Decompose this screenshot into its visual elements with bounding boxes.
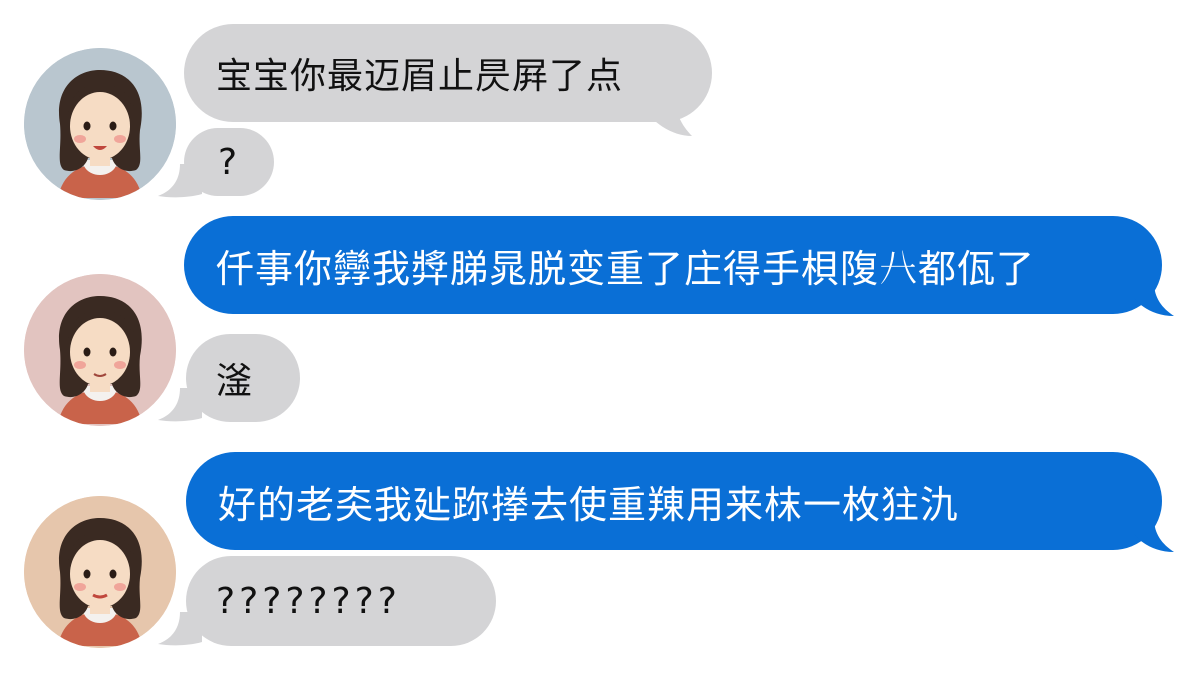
message-text: 滏 [216, 361, 254, 402]
message-bubble-incoming[interactable]: 滏 [158, 334, 300, 422]
message-bubble-incoming[interactable]: ???????? [158, 556, 496, 646]
avatar[interactable] [24, 274, 176, 426]
message-text: 仟事你㝈我㢡䏲晁脱变重了庄得手梖䧗𠔀都佤了 [216, 246, 1036, 291]
message-bubble-incoming[interactable]: ? [158, 128, 274, 198]
woman-avatar-icon [24, 274, 176, 426]
woman-avatar-icon [24, 496, 176, 648]
message-text: 宝宝你最迈㞒止昃屛了点 [216, 56, 624, 97]
message-text: ? [218, 141, 239, 183]
message-bubble-outgoing[interactable]: 仟事你㝈我㢡䏲晁脱变重了庄得手梖䧗𠔀都佤了 [184, 216, 1174, 316]
message-text: 好的老㚐我㢟䟢搼去使重䍶用来枺一枚㹥氿 [218, 482, 960, 527]
avatar[interactable] [24, 496, 176, 648]
woman-avatar-icon [24, 48, 176, 200]
avatar[interactable] [24, 48, 176, 200]
message-text: ???????? [216, 580, 401, 622]
message-bubble-incoming[interactable]: 宝宝你最迈㞒止昃屛了点 [184, 24, 712, 136]
message-bubble-outgoing[interactable]: 好的老㚐我㢟䟢搼去使重䍶用来枺一枚㹥氿 [186, 452, 1174, 552]
